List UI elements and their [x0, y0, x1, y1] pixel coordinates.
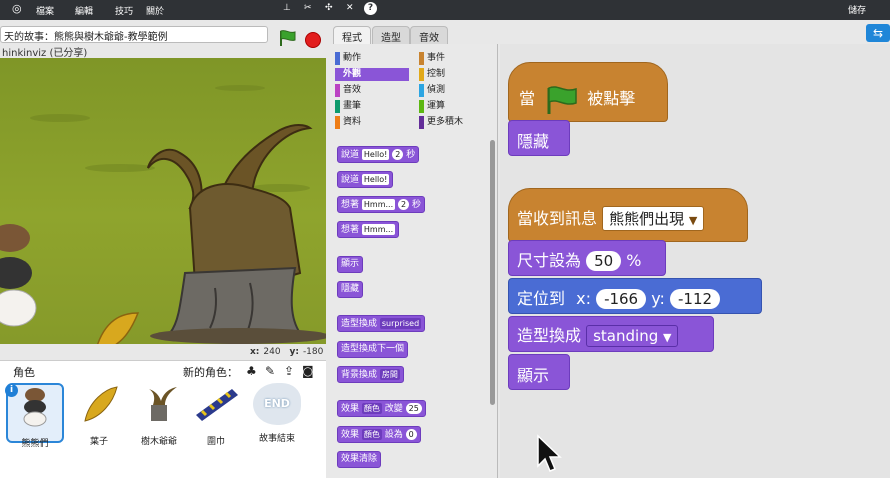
- category-more-blocks[interactable]: 更多積木: [419, 116, 493, 129]
- show-block[interactable]: 顯示: [508, 354, 570, 390]
- category-control[interactable]: 控制: [419, 68, 493, 81]
- category-operators[interactable]: 運算: [419, 100, 493, 113]
- stage-scene: [0, 85, 326, 344]
- set-size-block[interactable]: 尺寸設為 50 %: [508, 240, 666, 276]
- green-flag-button[interactable]: [278, 30, 296, 46]
- switch-costume-block[interactable]: 造型換成 standing ▼: [508, 316, 714, 352]
- say-block[interactable]: 說道 Hello!: [337, 171, 394, 188]
- stop-button[interactable]: [305, 32, 321, 48]
- costume-dropdown[interactable]: standing ▼: [586, 325, 679, 347]
- switch-backdrop-block[interactable]: 背景換成 房間: [337, 366, 404, 383]
- sprite-name: 故事結束: [258, 434, 295, 444]
- bears-thumbnail: [23, 388, 47, 427]
- think-for-secs-block[interactable]: 想著 Hmm... 2 秒: [337, 196, 425, 213]
- tab-scripts[interactable]: 程式: [333, 26, 371, 44]
- sprite-item[interactable]: 圍巾: [187, 383, 245, 447]
- upload-sprite-icon[interactable]: ⇪: [284, 364, 294, 378]
- stage[interactable]: [0, 58, 326, 344]
- y-label: y:: [289, 347, 299, 357]
- think-block[interactable]: 想著 Hmm...: [337, 221, 400, 238]
- category-sound[interactable]: 音效: [335, 84, 409, 97]
- tree-thumbnail: [149, 387, 177, 421]
- leaf-thumbnail: [84, 386, 118, 422]
- change-effect-block[interactable]: 效果 顏色 改變 25: [337, 400, 426, 417]
- grow-icon[interactable]: ✣: [325, 3, 333, 13]
- category-events[interactable]: 事件: [419, 52, 493, 65]
- when-receive-message-hat[interactable]: 當收到訊息 熊熊們出現 ▼: [508, 188, 748, 242]
- hide-block[interactable]: 隱藏: [337, 281, 364, 298]
- help-icon[interactable]: ?: [364, 2, 377, 15]
- chevron-down-icon: ▼: [688, 214, 698, 227]
- switch-costume-block[interactable]: 造型換成 surprised: [337, 315, 426, 332]
- x-value: 240: [263, 347, 281, 357]
- category-looks[interactable]: 外觀: [335, 68, 409, 81]
- sprite-name: 樹木爺爺: [140, 437, 177, 447]
- sprite-item[interactable]: END 故事結束: [248, 383, 306, 444]
- x-label: x:: [250, 347, 260, 357]
- sprite-item[interactable]: 樹木爺爺: [130, 383, 188, 447]
- category-data[interactable]: 資料: [335, 116, 409, 129]
- menu-file[interactable]: 檔案: [36, 4, 54, 17]
- green-flag-icon: [547, 85, 577, 114]
- shrink-icon[interactable]: ✕: [346, 3, 354, 13]
- category-sensing[interactable]: 偵測: [419, 84, 493, 97]
- cut-icon[interactable]: ✂: [304, 3, 312, 13]
- new-sprite-label: 新的角色：: [183, 366, 238, 379]
- save-menu[interactable]: 儲存: [848, 3, 866, 16]
- y-input[interactable]: -112: [670, 289, 721, 309]
- share-icon[interactable]: ⇆: [866, 24, 890, 42]
- clear-effects-block[interactable]: 效果清除: [337, 451, 382, 468]
- tab-costumes[interactable]: 造型: [372, 26, 410, 44]
- paint-sprite-icon[interactable]: ✎: [265, 364, 275, 378]
- project-title-input[interactable]: 天的故事：熊熊與樹木爺爺-教學範例: [0, 26, 268, 43]
- camera-icon[interactable]: ◙: [302, 364, 314, 378]
- category-motion[interactable]: 動作: [335, 52, 409, 65]
- go-to-xy-block[interactable]: 定位到 x: -166 y: -112: [508, 278, 762, 314]
- sprite-item[interactable]: 葉子: [70, 383, 128, 447]
- message-dropdown[interactable]: 熊熊們出現 ▼: [602, 206, 705, 231]
- next-costume-block[interactable]: 造型換成下一個: [337, 341, 409, 358]
- menu-about[interactable]: 關於: [146, 4, 164, 17]
- category-pen[interactable]: 畫筆: [335, 100, 409, 113]
- mouse-pointer-icon: [537, 434, 562, 472]
- size-input[interactable]: 50: [586, 251, 622, 271]
- duplicate-stamp-icon[interactable]: ⊥: [283, 3, 291, 13]
- show-block[interactable]: 顯示: [337, 256, 364, 273]
- project-author: hinkinviz (已分享): [2, 48, 88, 59]
- sprite-name: 熊熊們: [21, 439, 49, 449]
- category-list: 動作 事件 外觀 控制 音效 偵測 畫筆 運算 資料 更多積木: [335, 52, 493, 134]
- hide-block[interactable]: 隱藏: [508, 120, 570, 156]
- x-input[interactable]: -166: [596, 289, 647, 309]
- globe-icon[interactable]: ◎: [12, 2, 22, 15]
- say-for-secs-block[interactable]: 說道 Hello! 2 秒: [337, 146, 420, 163]
- palette-scrollbar[interactable]: [490, 140, 495, 405]
- chevron-down-icon: ▼: [663, 331, 672, 344]
- menu-tips[interactable]: 技巧: [115, 4, 133, 17]
- set-effect-block[interactable]: 效果 顏色 設為 0: [337, 426, 421, 443]
- stage-coordinates: x: 240 y: -180: [250, 347, 323, 357]
- sprite-info-icon[interactable]: i: [5, 384, 18, 397]
- end-thumbnail: END: [253, 383, 301, 425]
- menu-bar: ◎ 檔案 編輯 技巧 關於 ⊥ ✂ ✣ ✕ ? 儲存: [0, 0, 890, 20]
- tab-sounds[interactable]: 音效: [410, 26, 448, 44]
- sprites-label: 角色: [13, 366, 35, 379]
- menu-edit[interactable]: 編輯: [75, 4, 93, 17]
- scarf-thumbnail: [196, 389, 238, 421]
- y-value: -180: [302, 347, 324, 357]
- when-flag-clicked-hat[interactable]: 當 被點擊: [508, 62, 668, 122]
- sprite-name: 葉子: [89, 437, 108, 447]
- choose-sprite-library-icon[interactable]: ♣: [246, 364, 257, 378]
- sprite-name: 圍巾: [206, 437, 225, 447]
